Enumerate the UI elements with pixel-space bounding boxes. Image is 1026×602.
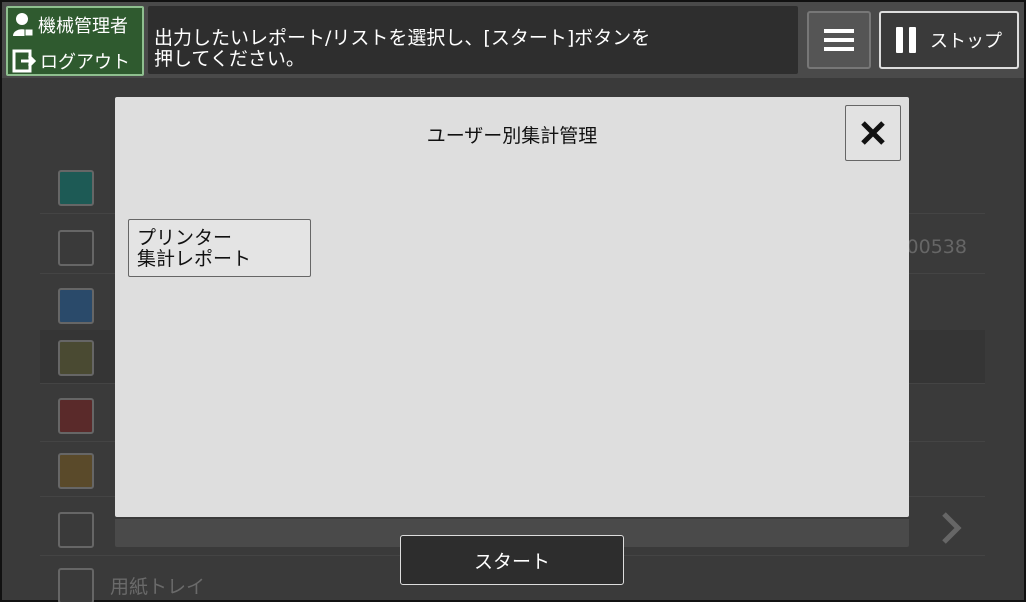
start-button[interactable]: スタート <box>400 535 624 585</box>
barcode-icon <box>58 512 94 548</box>
counter-value: 00538 <box>906 236 967 258</box>
close-button[interactable] <box>845 105 901 161</box>
logout-label: ログアウト <box>40 52 130 73</box>
admin-row: 機械管理者 <box>12 10 128 40</box>
user-icon <box>13 13 34 37</box>
instruction-message: 出力したいレポート/リストを選択し、[スタート]ボタンを 押してください。 <box>148 6 798 74</box>
report-button-line-1: プリンター <box>137 227 233 249</box>
message-line-1: 出力したいレポート/リストを選択し、[スタート]ボタンを <box>154 27 651 49</box>
menu-button[interactable] <box>807 11 871 69</box>
card-icon <box>58 453 94 489</box>
hamburger-icon <box>824 29 854 51</box>
list-icon <box>58 340 94 376</box>
info-icon <box>58 170 94 206</box>
folder-icon <box>58 288 94 324</box>
chevron-right-icon <box>942 512 962 544</box>
user-tally-dialog: ユーザー別集計管理 プリンター 集計レポート <box>115 97 909 517</box>
list-item-label: 用紙トレイ <box>110 576 206 598</box>
pause-icon <box>896 27 916 53</box>
logout-button[interactable]: ログアウト <box>12 46 130 76</box>
close-icon <box>861 121 885 145</box>
admin-login-panel[interactable]: 機械管理者 ログアウト <box>6 6 144 76</box>
start-label: スタート <box>473 550 550 573</box>
printer-tally-report-button[interactable]: プリンター 集計レポート <box>128 219 311 277</box>
tray-icon <box>58 568 94 602</box>
error-report-icon <box>58 398 94 434</box>
stop-button[interactable]: ストップ <box>879 11 1019 69</box>
report-button-line-2: 集計レポート <box>137 248 252 270</box>
document-icon <box>58 230 94 266</box>
stop-label: ストップ <box>930 31 1002 52</box>
logout-icon <box>12 49 36 73</box>
message-line-2: 押してください。 <box>154 48 305 70</box>
dialog-title: ユーザー別集計管理 <box>426 125 598 147</box>
top-bar: 機械管理者 ログアウト 出力したいレポート/リストを選択し、[スタート]ボタンを… <box>2 2 1024 78</box>
admin-label: 機械管理者 <box>38 16 128 37</box>
